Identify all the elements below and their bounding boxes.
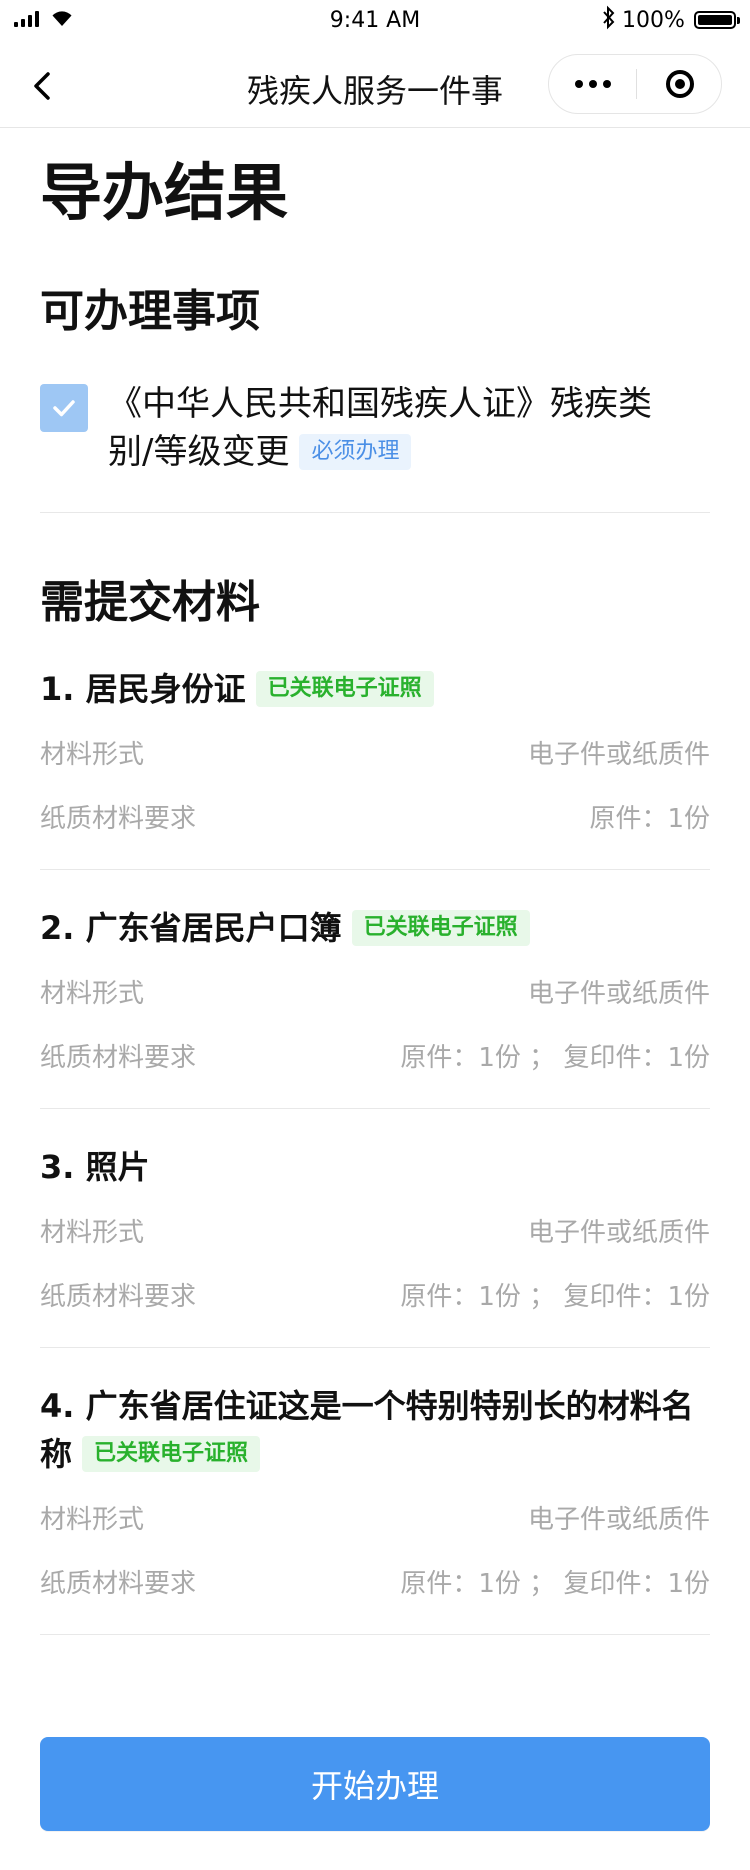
capsule-menu [548,54,722,114]
material-form-label: 材料形式 [40,1218,145,1248]
more-button[interactable] [549,55,636,113]
material-name: 3. 照片 [40,1148,150,1186]
material-form-value: 电子件或纸质件 [527,1505,710,1535]
material-requirement-row: 纸质材料要求 原件：1份 ； 复印件：1份 [40,1034,710,1082]
battery-icon [694,11,740,29]
material-requirement-value: 原件：1份 ； 复印件：1份 [400,1569,710,1599]
matter-item[interactable]: 《中华人民共和国残疾人证》残疾类别/等级变更 必须办理 [40,380,710,513]
material-requirement-label: 纸质材料要求 [40,1043,197,1073]
material-requirement-label: 纸质材料要求 [40,1282,197,1312]
bluetooth-icon [603,5,615,30]
material-requirement-value: 原件：1份 [589,804,710,834]
material-requirement-label: 纸质材料要求 [40,1569,197,1599]
material-requirement-label: 纸质材料要求 [40,804,197,834]
material-form-label: 材料形式 [40,979,145,1009]
more-dots-icon [574,80,583,88]
material-name-block: 3. 照片 [40,1143,710,1191]
material-form-row: 材料形式 电子件或纸质件 [40,970,710,1018]
matter-text-block: 《中华人民共和国残疾人证》残疾类别/等级变更 必须办理 [108,380,690,476]
close-miniapp-button[interactable] [636,55,723,113]
material-form-row: 材料形式 电子件或纸质件 [40,1496,710,1544]
target-circle-icon [665,70,694,98]
material-item: 3. 照片 材料形式 电子件或纸质件 纸质材料要求 原件：1份 ； 复印件：1份 [40,1143,710,1348]
material-item: 4. 广东省居住证这是一个特别特别长的材料名称 已关联电子证照 材料形式 电子件或… [40,1382,710,1635]
material-requirement-row: 纸质材料要求 原件：1份 ； 复印件：1份 [40,1273,710,1321]
material-requirement-value: 原件：1份 ； 复印件：1份 [400,1043,710,1073]
matter-checkbox[interactable] [40,384,88,432]
material-item: 2. 广东省居民户口簿 已关联电子证照 材料形式 电子件或纸质件 纸质材料要求 原… [40,904,710,1109]
materials-section-title: 需提交材料 [40,577,260,628]
material-form-value: 电子件或纸质件 [527,979,710,1009]
start-processing-button[interactable]: 开始办理 [40,1737,710,1831]
check-icon [53,400,75,417]
linked-license-tag: 已关联电子证照 [351,910,530,946]
material-name-block: 4. 广东省居住证这是一个特别特别长的材料名称 已关联电子证照 [40,1382,710,1478]
battery-percent: 100% [622,8,685,33]
material-form-row: 材料形式 电子件或纸质件 [40,1209,710,1257]
material-requirement-row: 纸质材料要求 原件：1份 ； 复印件：1份 [40,1560,710,1608]
material-form-label: 材料形式 [40,740,145,770]
matters-section-title: 可办理事项 [40,286,260,337]
material-name-block: 2. 广东省居民户口簿 已关联电子证照 [40,904,710,952]
material-requirement-value: 原件：1份 ； 复印件：1份 [400,1282,710,1312]
material-form-value: 电子件或纸质件 [527,1218,710,1248]
material-name-block: 1. 居民身份证 已关联电子证照 [40,665,710,713]
material-requirement-row: 纸质材料要求 原件：1份 [40,795,710,843]
material-form-row: 材料形式 电子件或纸质件 [40,731,710,779]
main-content: 导办结果 可办理事项 《中华人民共和国残疾人证》残疾类别/等级变更 必须办理 需提… [40,128,710,1635]
material-item: 1. 居民身份证 已关联电子证照 材料形式 电子件或纸质件 纸质材料要求 原件：1… [40,665,710,870]
status-bar: 9:41 AM 100% [0,0,750,44]
page-title: 导办结果 [40,156,289,229]
material-name: 1. 居民身份证 [40,670,246,708]
material-name: 2. 广东省居民户口簿 [40,909,342,947]
material-form-label: 材料形式 [40,1505,145,1535]
required-tag: 必须办理 [299,434,412,470]
linked-license-tag: 已关联电子证照 [255,671,434,707]
material-form-value: 电子件或纸质件 [527,740,710,770]
nav-bar: 残疾人服务一件事 [0,44,750,128]
linked-license-tag: 已关联电子证照 [82,1436,261,1472]
